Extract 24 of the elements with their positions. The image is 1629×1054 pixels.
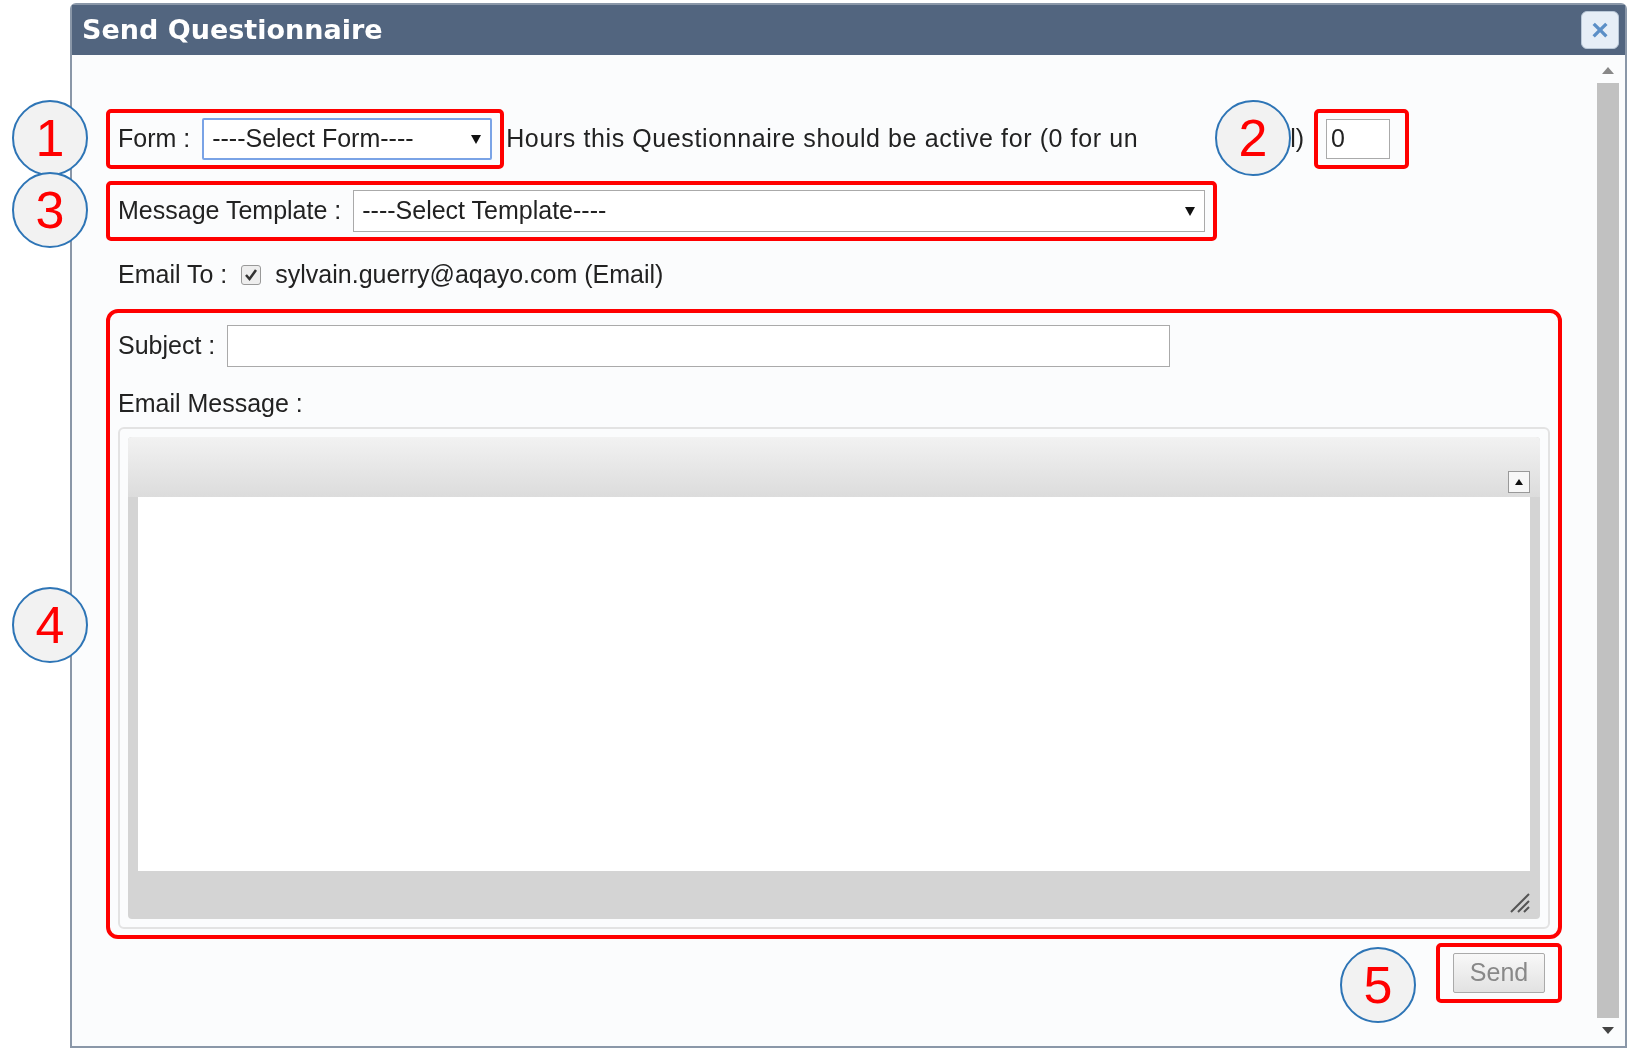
- email-to-label: Email To :: [118, 259, 228, 291]
- resize-grip-icon: [1508, 891, 1530, 913]
- template-label: Message Template :: [118, 195, 342, 227]
- hours-label-end: l): [1290, 123, 1305, 155]
- window-title: Send Questionnaire: [82, 12, 383, 47]
- scroll-down-icon[interactable]: [1601, 1026, 1615, 1036]
- dropdown-caret-icon: [470, 133, 483, 145]
- recipient-checkbox[interactable]: [241, 265, 262, 285]
- subject-label: Subject :: [118, 330, 216, 362]
- hours-input[interactable]: 0: [1326, 119, 1391, 159]
- hours-label: Hours this Questionnaire should be active for (0 for un: [506, 124, 1139, 153]
- callout-number: 4: [12, 587, 88, 663]
- message-label: Email Message :: [118, 388, 304, 419]
- template-select[interactable]: ----Select Template----: [353, 190, 1205, 232]
- callout-number: 3: [12, 172, 88, 248]
- callout-number: 1: [12, 100, 88, 176]
- scroll-up-button[interactable]: [1508, 470, 1530, 493]
- scroll-up-icon[interactable]: [1601, 65, 1615, 75]
- subject-input[interactable]: [227, 325, 1171, 367]
- dropdown-caret-icon: [1184, 205, 1196, 217]
- form-label: Form :: [118, 123, 191, 155]
- form-select[interactable]: ----Select Form----: [202, 118, 493, 160]
- recipient-email: sylvain.guerry@aqayo.com (Email): [275, 259, 664, 291]
- up-arrow-icon: [1514, 477, 1524, 486]
